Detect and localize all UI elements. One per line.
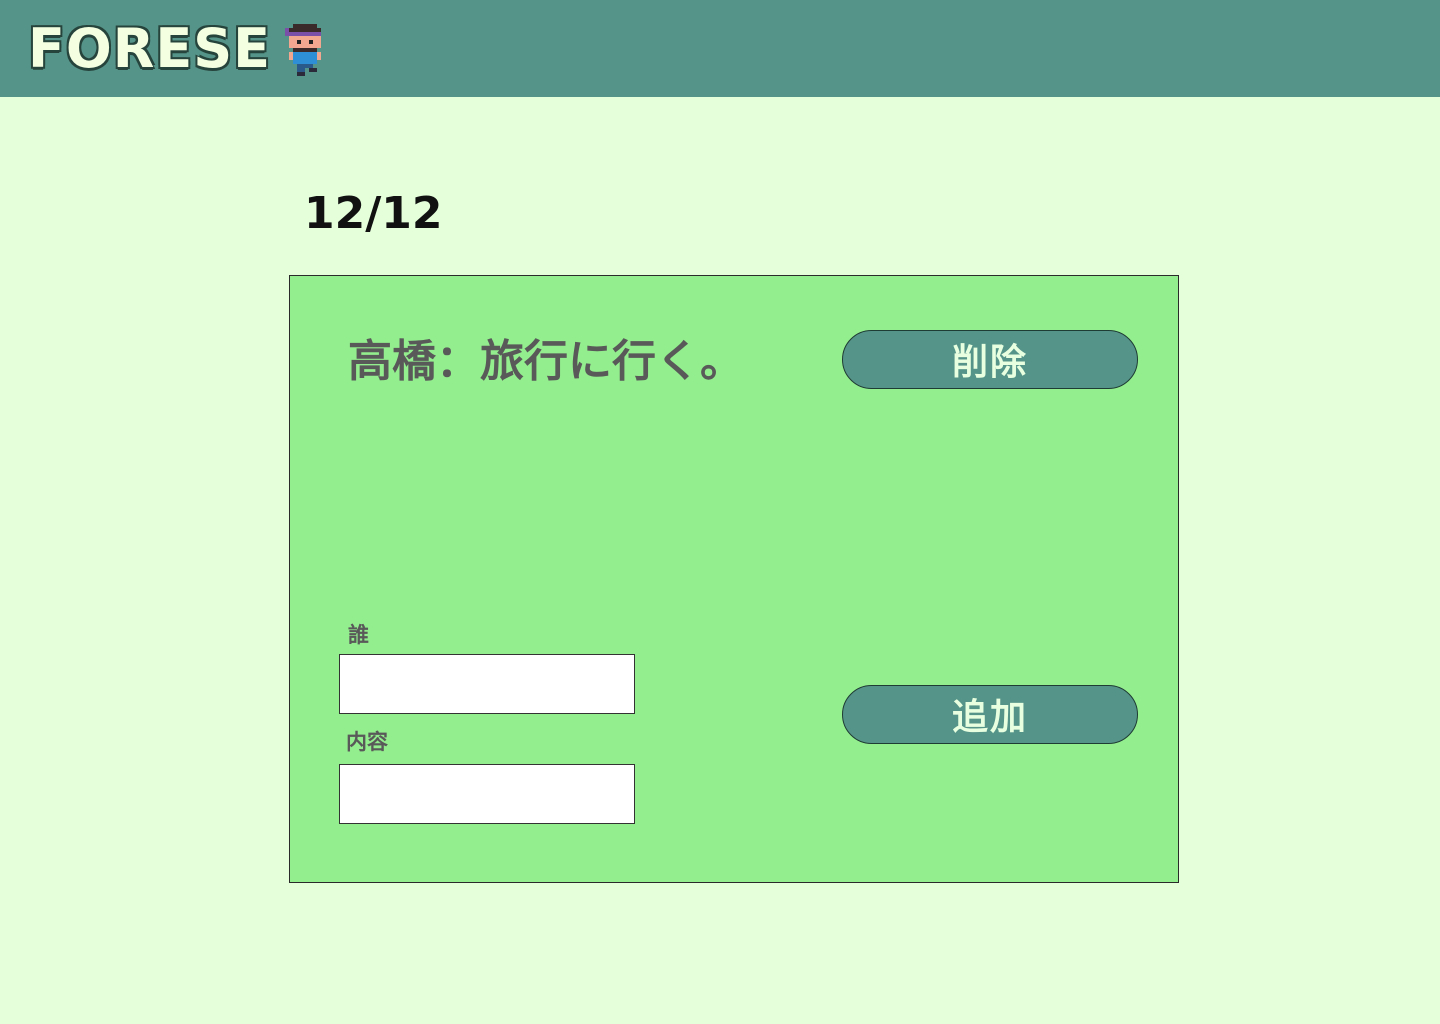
- schedule-card: 高橋：旅行に行く。 削除 誰 内容 追加: [289, 275, 1179, 883]
- content-input[interactable]: [339, 764, 635, 824]
- app-logo[interactable]: FORESE: [28, 14, 271, 84]
- app-header: FORESE: [0, 0, 1440, 97]
- who-input[interactable]: [339, 654, 635, 714]
- delete-button[interactable]: 削除: [842, 330, 1138, 389]
- who-label: 誰: [348, 623, 369, 647]
- schedule-entry: 高橋：旅行に行く。: [348, 336, 744, 387]
- pixel-character-icon: [285, 24, 321, 76]
- add-button[interactable]: 追加: [842, 685, 1138, 744]
- date-heading: 12/12: [304, 188, 443, 239]
- content-label: 内容: [346, 730, 388, 754]
